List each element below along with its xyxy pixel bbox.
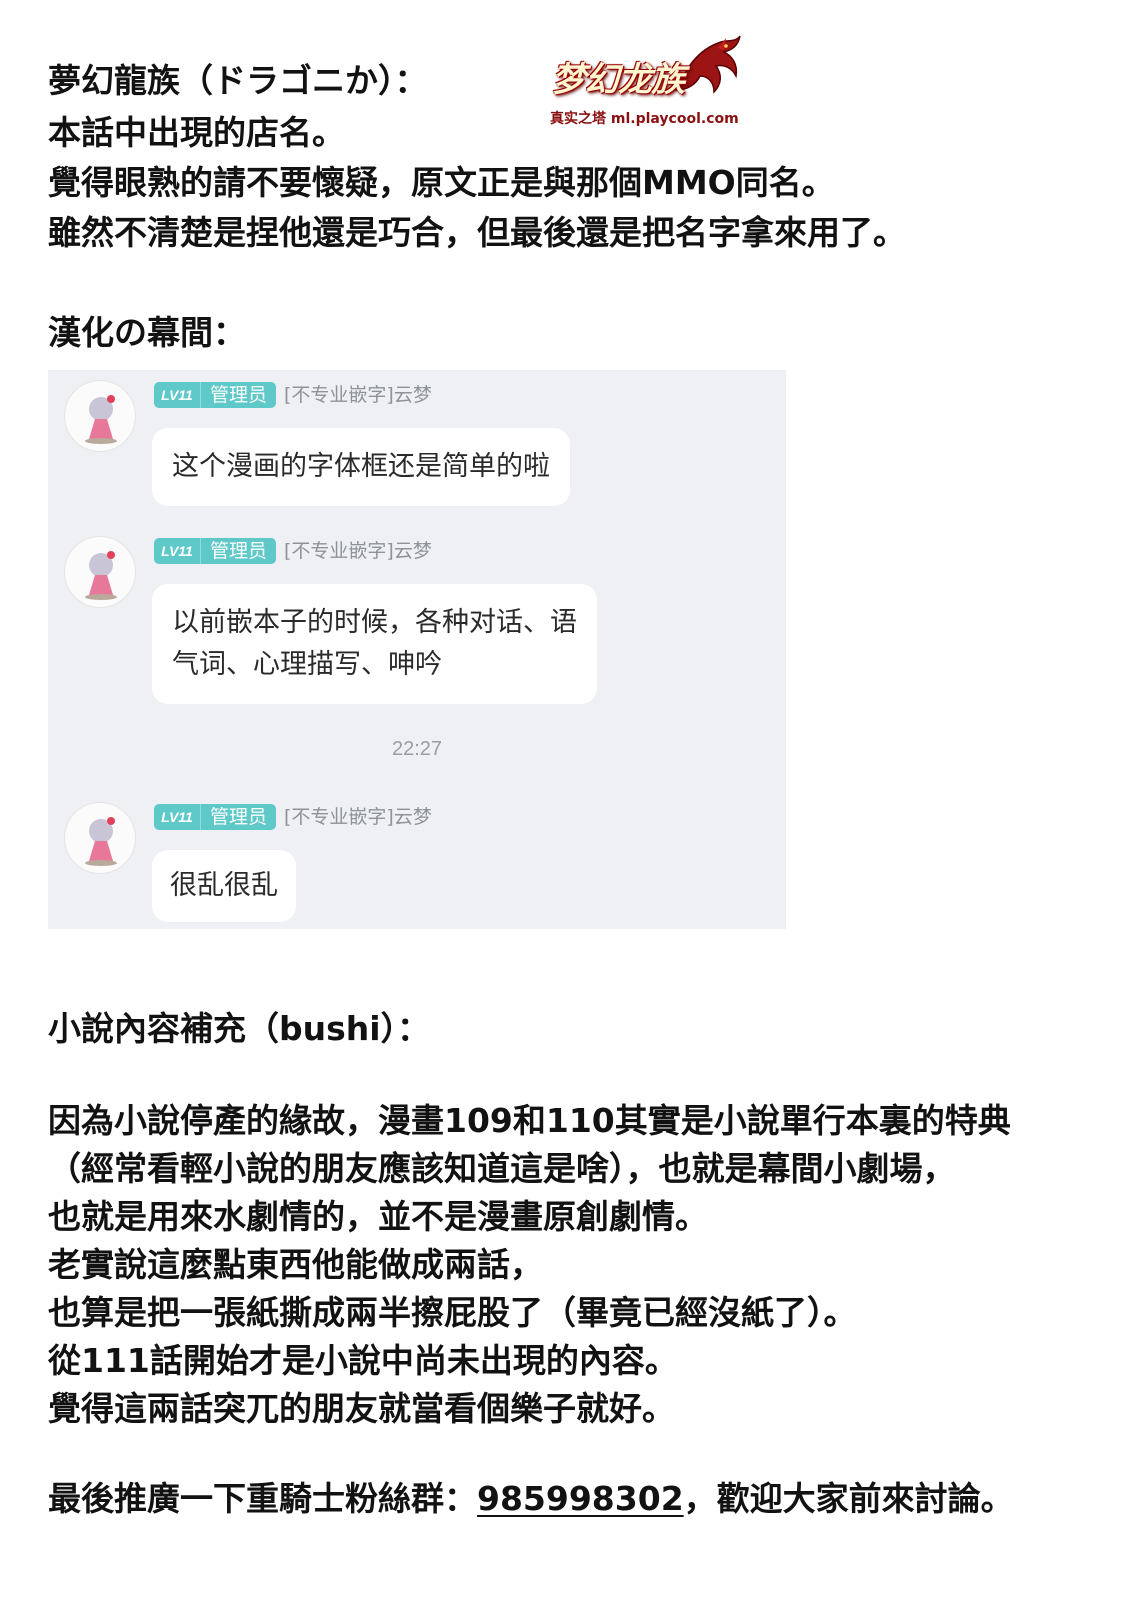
novel-line: （經常看輕小說的朋友應該知道這是啥），也就是幕間小劇場， (48, 1149, 956, 1188)
message-text: 以前嵌本子的时候，各种对话、语 (172, 607, 577, 638)
novel-line: 因為小說停產的緣故，漫畫109和110其實是小說單行本裏的特典 (48, 1101, 1011, 1140)
novel-title: 小說內容補充（bushi）： (48, 1009, 431, 1048)
novel-line: 覺得這兩話突兀的朋友就當看個樂子就好。 (48, 1389, 675, 1428)
header-line-1: 夢幻龍族（ドラゴニか）： (48, 61, 428, 100)
avatar (64, 536, 136, 608)
message-text: 这个漫画的字体框还是简单的啦 (172, 451, 550, 482)
header-line-2: 本話中出現的店名。 (48, 113, 345, 152)
chat-screenshot: LV11 管理员 [不专业嵌字]云梦 这个漫画的字体框还是简单的啦 LV11 管… (48, 370, 786, 929)
avatar-icon (85, 551, 117, 600)
section-title: 漢化の幕間： (48, 313, 246, 352)
logo-subtitle: 真实之塔 ml.playcool.com (550, 111, 739, 127)
level-badge: LV11 (154, 382, 200, 408)
role-badge: 管理员 (200, 382, 276, 408)
qq-group-number: 985998302 (477, 1479, 684, 1518)
level-badge: LV11 (154, 804, 200, 830)
message-bubble: 很乱很乱 (152, 850, 296, 922)
sender-name: [不专业嵌字]云梦 (284, 384, 432, 406)
sender-name: [不专业嵌字]云梦 (284, 540, 432, 562)
timestamp: 22:27 (391, 738, 443, 760)
message-text: 很乱很乱 (170, 870, 278, 901)
message-text: 气词、心理描写、呻吟 (172, 649, 442, 680)
game-logo: 梦幻龙族 真实之塔 ml.playcool.com (548, 30, 748, 130)
novel-line: 也就是用來水劇情的，並不是漫畫原創劇情。 (48, 1197, 708, 1236)
message-bubble: 以前嵌本子的时候，各种对话、语 气词、心理描写、呻吟 (152, 584, 597, 704)
header-line-4: 雖然不清楚是捏他還是巧合，但最後還是把名字拿來用了。 (48, 213, 906, 252)
role-badge: 管理员 (200, 804, 276, 830)
header-line-3: 覺得眼熟的請不要懷疑，原文正是與那個MMO同名。 (48, 163, 835, 202)
footer-prefix: 最後推廣一下重騎士粉絲群： (48, 1479, 477, 1518)
avatar (64, 380, 136, 452)
level-badge: LV11 (154, 538, 200, 564)
avatar-icon (85, 817, 117, 866)
novel-line: 也算是把一張紙撕成兩半擦屁股了（畢竟已經沒紙了）。 (48, 1293, 857, 1332)
footer-suffix: ，歡迎大家前來討論。 (683, 1479, 1014, 1518)
avatar (64, 802, 136, 874)
message-bubble: 这个漫画的字体框还是简单的啦 (152, 428, 570, 506)
footer-line: 最後推廣一下重騎士粉絲群：985998302，歡迎大家前來討論。 (48, 1476, 1014, 1522)
role-badge: 管理员 (200, 538, 276, 564)
novel-line: 從111話開始才是小說中尚未出現的內容。 (48, 1341, 678, 1380)
avatar-icon (85, 395, 117, 444)
sender-name: [不专业嵌字]云梦 (284, 806, 432, 828)
novel-line: 老實說這麼點東西他能做成兩話， (48, 1245, 543, 1284)
logo-title: 梦幻龙族 (552, 60, 685, 100)
